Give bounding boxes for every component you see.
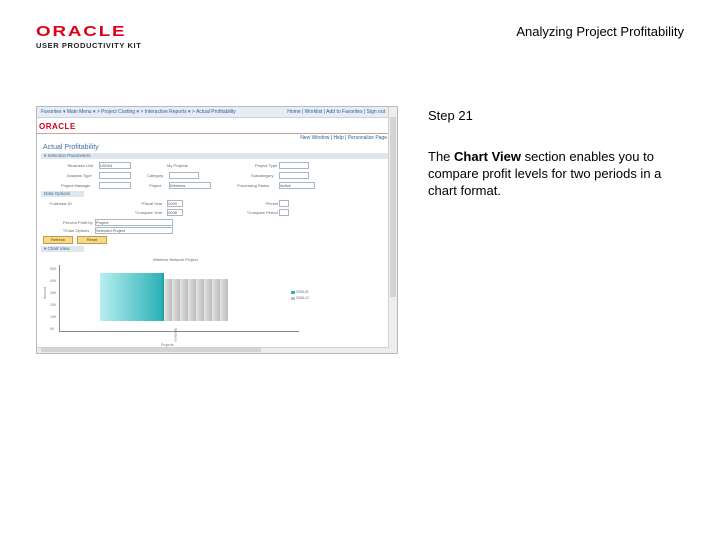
compare-year-field: 2008 [167,209,183,216]
screenshot-oracle-logo: ORACLE [39,122,76,131]
y-tick: 20K [50,303,57,307]
legend-swatch [291,296,295,300]
business-unit-label: *Business Unit [67,163,94,168]
refresh-button: Refresh [43,236,73,244]
subcategory-label: Subcategory [251,173,274,178]
step-title: Step 21 [428,108,473,123]
processing-status-field: Active [279,182,315,189]
chart-options-label: *Chart Options [63,228,90,233]
period-field [279,200,289,207]
y-tick: 30K [50,291,57,295]
legend-swatch [291,290,295,294]
y-tick: 50K [50,267,57,271]
screenshot-vertical-scrollbar [388,107,397,353]
fiscal-year-field: 2009 [167,200,183,207]
step-highlight: Chart View [454,149,521,164]
chart-y-axis [59,265,60,331]
chart-bar-period-1 [100,273,164,321]
embedded-screenshot: Favorites ▾ Main Menu ▾ > Project Costin… [36,106,398,354]
screenshot-page-title: Actual Profitability [43,144,99,151]
chart-bar-period-2 [164,279,228,321]
document-title: Analyzing Project Profitability [516,24,684,39]
oracle-logo: ORACLE USER PRODUCTIVITY KIT [36,24,141,50]
category-label: Category [147,173,164,178]
analysis-type-field [99,172,131,179]
y-tick: 40K [50,279,57,283]
category-field [169,172,199,179]
compare-period-label: *Compare Period [247,210,278,215]
screenshot-breadcrumb: Favorites ▾ Main Menu ▾ > Project Costin… [41,109,236,115]
screenshot-top-bar: Favorites ▾ Main Menu ▾ > Project Costin… [37,107,389,118]
step-description: The Chart View section enables you to co… [428,149,662,198]
selection-parameters-header: ▾ Selection Parameters [41,153,388,159]
y-tick: 10K [50,315,57,319]
project-type-label: Project Type [255,163,278,168]
project-field: Wireless [169,182,211,189]
period-label: *Period [265,201,279,206]
project-label: Project [149,183,162,188]
logo-subtitle: USER PRODUCTIVITY KIT [36,41,142,50]
processing-status-label: Processing Status [237,183,270,188]
logo-word: ORACLE [36,23,127,40]
project-type-field [279,162,309,169]
chart-title: Wireless Network Project [153,257,198,262]
chart-y-label: Amount [43,286,48,300]
screenshot-horizontal-scrollbar [37,347,389,353]
chart-view-header: ▾ Chart View [41,246,84,252]
chart-legend-item: 2009-01 [291,290,309,294]
chart-options-select: Selected Project [95,227,173,234]
screenshot-divider [37,133,389,134]
percent-profit-select: Project [95,219,173,226]
project-manager-label: Project Manager [61,183,91,188]
reset-button: Reset [77,236,107,244]
chart-legend-item: 2008-12 [291,296,309,300]
analysis-type-label: Analysis Type [67,173,92,178]
fiscal-year-label: *Fiscal Year [141,201,163,206]
my-projects-label: My Projects [167,163,188,168]
chart-bar-label: Wireless [173,328,178,342]
project-manager-field [99,182,131,189]
percent-profit-label: Percent Profit by [63,220,93,225]
y-tick: 0K [50,327,55,331]
compare-year-label: *Compare Year [135,210,163,215]
calendar-id-label: *Calendar ID [49,201,72,206]
business-unit-field: US004 [99,162,131,169]
screenshot-page-links: New Window | Help | Personalize Page [300,135,387,141]
data-options-header: Data Options [41,191,84,197]
subcategory-field [279,172,309,179]
chart-x-axis [59,331,299,332]
compare-period-field [279,209,289,216]
screenshot-top-links: Home | Worklist | Add to Favorites | Sig… [287,109,385,115]
